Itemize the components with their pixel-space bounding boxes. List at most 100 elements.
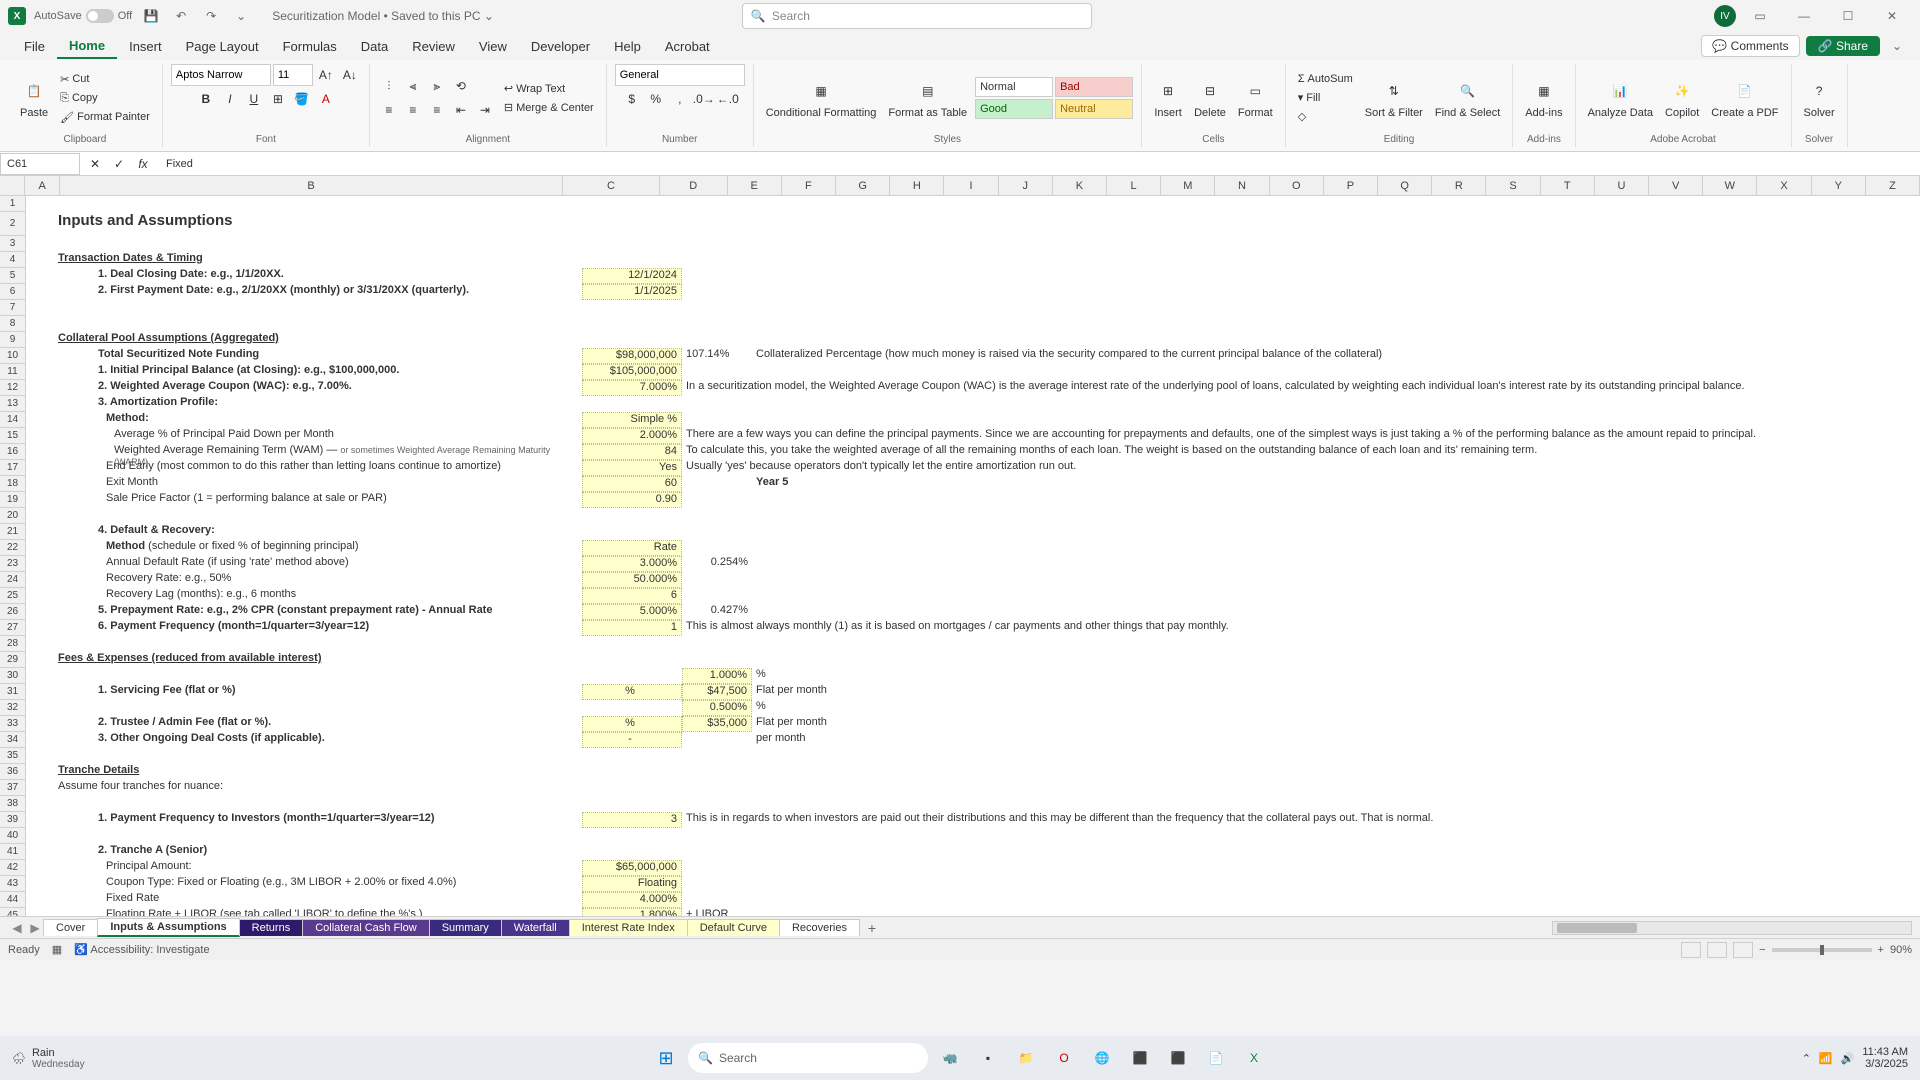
task-app-3[interactable]: ⬛ [1124,1042,1156,1074]
zoom-out-icon[interactable]: − [1759,944,1765,956]
row-header[interactable]: 23 [0,556,25,572]
view-page-layout-icon[interactable] [1707,942,1727,958]
tray-chevron-icon[interactable]: ⌃ [1802,1052,1811,1065]
style-neutral[interactable]: Neutral [1055,99,1133,119]
fill-button[interactable]: ▾ Fill [1294,89,1357,106]
input-cell[interactable]: $98,000,000 [582,348,682,364]
delete-cells-button[interactable]: ⊟Delete [1190,75,1230,121]
user-avatar[interactable]: IV [1714,5,1736,27]
fx-icon[interactable]: fx [132,153,154,175]
row-header[interactable]: 45 [0,908,25,916]
col-header[interactable]: U [1595,176,1649,195]
input-cell[interactable]: 7.000% [582,380,682,396]
row-header[interactable]: 20 [0,508,25,524]
analyze-data-button[interactable]: 📊Analyze Data [1584,75,1657,121]
cut-button[interactable]: ✂ Cut [56,71,154,88]
input-cell[interactable]: Rate [582,540,682,556]
decrease-decimal-icon[interactable]: ←.0 [717,88,739,110]
tab-view[interactable]: View [467,35,519,58]
comma-icon[interactable]: , [669,88,691,110]
tray-wifi-icon[interactable]: 📶 [1819,1052,1833,1065]
view-normal-icon[interactable] [1681,942,1701,958]
input-cell[interactable]: 50.000% [582,572,682,588]
row-header[interactable]: 37 [0,780,25,796]
task-explorer[interactable]: 📁 [1010,1042,1042,1074]
percent-icon[interactable]: % [645,88,667,110]
row-header[interactable]: 10 [0,348,25,364]
status-macro-icon[interactable]: ▦ [52,943,62,956]
style-bad[interactable]: Bad [1055,77,1133,97]
tab-formulas[interactable]: Formulas [271,35,349,58]
weather-widget[interactable]: 🌧 Rain Wednesday [12,1047,85,1070]
row-header[interactable]: 6 [0,284,25,300]
insert-cells-button[interactable]: ⊞Insert [1150,75,1186,121]
currency-icon[interactable]: $ [621,88,643,110]
row-header[interactable]: 14 [0,412,25,428]
col-header[interactable]: J [999,176,1053,195]
spreadsheet-grid[interactable]: A B C D E F G H I J K L M N O P Q R S T … [0,176,1920,916]
border-button[interactable]: ⊞ [267,88,289,110]
copy-button[interactable]: ⎘ Copy [56,90,154,107]
row-header[interactable]: 39 [0,812,25,828]
row-header[interactable]: 24 [0,572,25,588]
fill-color-button[interactable]: 🪣 [291,88,313,110]
cancel-formula-icon[interactable]: ✕ [84,153,106,175]
task-chrome[interactable]: 🌐 [1086,1042,1118,1074]
col-header[interactable]: A [25,176,60,195]
row-header[interactable]: 15 [0,428,25,444]
tab-insert[interactable]: Insert [117,35,174,58]
input-cell[interactable]: 1.800% [582,908,682,916]
sheet-nav-prev[interactable]: ◀ [8,921,26,935]
status-accessibility[interactable]: ♿ Accessibility: Investigate [74,943,209,956]
copilot-button[interactable]: ✨Copilot [1661,75,1703,121]
addins-button[interactable]: ▦Add-ins [1521,75,1566,121]
tab-data[interactable]: Data [349,35,400,58]
row-header[interactable]: 9 [0,332,25,348]
redo-icon[interactable]: ↷ [200,5,222,27]
input-cell[interactable]: 3 [582,812,682,828]
row-header[interactable]: 36 [0,764,25,780]
col-header[interactable]: V [1649,176,1703,195]
font-name-input[interactable] [171,64,271,86]
col-header[interactable]: Y [1812,176,1866,195]
row-header[interactable]: 35 [0,748,25,764]
minimize-icon[interactable]: — [1784,2,1824,30]
row-header[interactable]: 17 [0,460,25,476]
row-header[interactable]: 11 [0,364,25,380]
row-header[interactable]: 21 [0,524,25,540]
row-header[interactable]: 42 [0,860,25,876]
sheet-tab-default-curve[interactable]: Default Curve [687,919,780,936]
col-header[interactable]: D [660,176,728,195]
row-header[interactable]: 8 [0,316,25,332]
paste-button[interactable]: 📋 Paste [16,75,52,121]
col-header[interactable]: L [1107,176,1161,195]
tab-developer[interactable]: Developer [519,35,602,58]
col-header[interactable]: Q [1378,176,1432,195]
style-good[interactable]: Good [975,99,1053,119]
task-app-2[interactable]: ▪ [972,1042,1004,1074]
wrap-text-button[interactable]: ↩ Wrap Text [500,80,598,97]
input-cell[interactable]: 60 [582,476,682,492]
comments-button[interactable]: 💬 Comments [1701,35,1799,57]
increase-decimal-icon[interactable]: .0→ [693,88,715,110]
orientation-icon[interactable]: ⟲ [450,75,472,97]
sheet-tab-recoveries[interactable]: Recoveries [779,919,860,936]
font-size-input[interactable] [273,64,313,86]
input-cell[interactable]: 2.000% [582,428,682,444]
col-header[interactable]: N [1215,176,1269,195]
tray-volume-icon[interactable]: 🔊 [1841,1052,1855,1065]
row-header[interactable]: 44 [0,892,25,908]
share-button[interactable]: 🔗 Share [1806,36,1880,56]
row-header[interactable]: 7 [0,300,25,316]
task-app-1[interactable]: 🦏 [934,1042,966,1074]
col-header[interactable]: R [1432,176,1486,195]
row-header[interactable]: 27 [0,620,25,636]
col-header[interactable]: C [563,176,660,195]
input-cell[interactable]: 4.000% [582,892,682,908]
ribbon-display-icon[interactable]: ▭ [1740,2,1780,30]
row-header[interactable]: 38 [0,796,25,812]
input-cell[interactable]: 3.000% [582,556,682,572]
task-app-4[interactable]: ⬛ [1162,1042,1194,1074]
sheet-tab-returns[interactable]: Returns [239,919,304,936]
col-header[interactable]: O [1270,176,1324,195]
